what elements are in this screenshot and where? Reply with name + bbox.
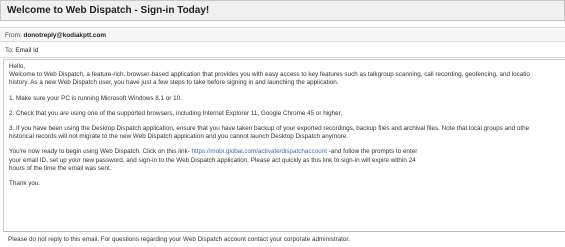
ready-text-pre: You're now ready to begin using Web Disp… [9,148,192,156]
activation-link[interactable]: https://mobi.global.com/activate/dispatc… [192,148,327,155]
ready-text-post: -and follow the prompts to enter [326,148,418,156]
to-label: To: [5,47,14,54]
email-subject: Welcome to Web Dispatch - Sign-in Today! [0,0,565,21]
email-body: Hello, Welcome to Web Dispatch, a featur… [3,59,565,232]
step-3-line-1: 3. If you have been using the Desktop Di… [9,125,530,133]
ready-line-2: your email ID, set up your new password,… [9,156,416,164]
intro-line-2: history. As a new Web Dispatch user, you… [9,79,339,87]
ready-line-3: hours of the time the email was sent. [9,164,112,172]
to-address: Email Id [15,47,39,54]
from-label: From: [5,32,22,39]
footer-note: Please do not reply to this email. For q… [8,236,350,243]
step-1: 1. Make sure your PC is running Microsof… [9,94,182,102]
intro-line-1: Welcome to Web Dispatch, a feature-rich,… [9,71,530,79]
to-row: To: Email Id [0,43,565,58]
ready-line-1: You're now ready to begin using Web Disp… [9,148,565,156]
from-address: donotreply@kodiakptt.com [23,32,107,39]
step-3-line-2: historical records will not migrate to t… [9,133,349,141]
step-2: 2. Check that you are using one of the s… [9,109,343,117]
from-row: From: donotreply@kodiakptt.com [0,27,565,42]
thanks-text: Thank you. [9,180,41,188]
greeting: Hello, [9,63,26,70]
